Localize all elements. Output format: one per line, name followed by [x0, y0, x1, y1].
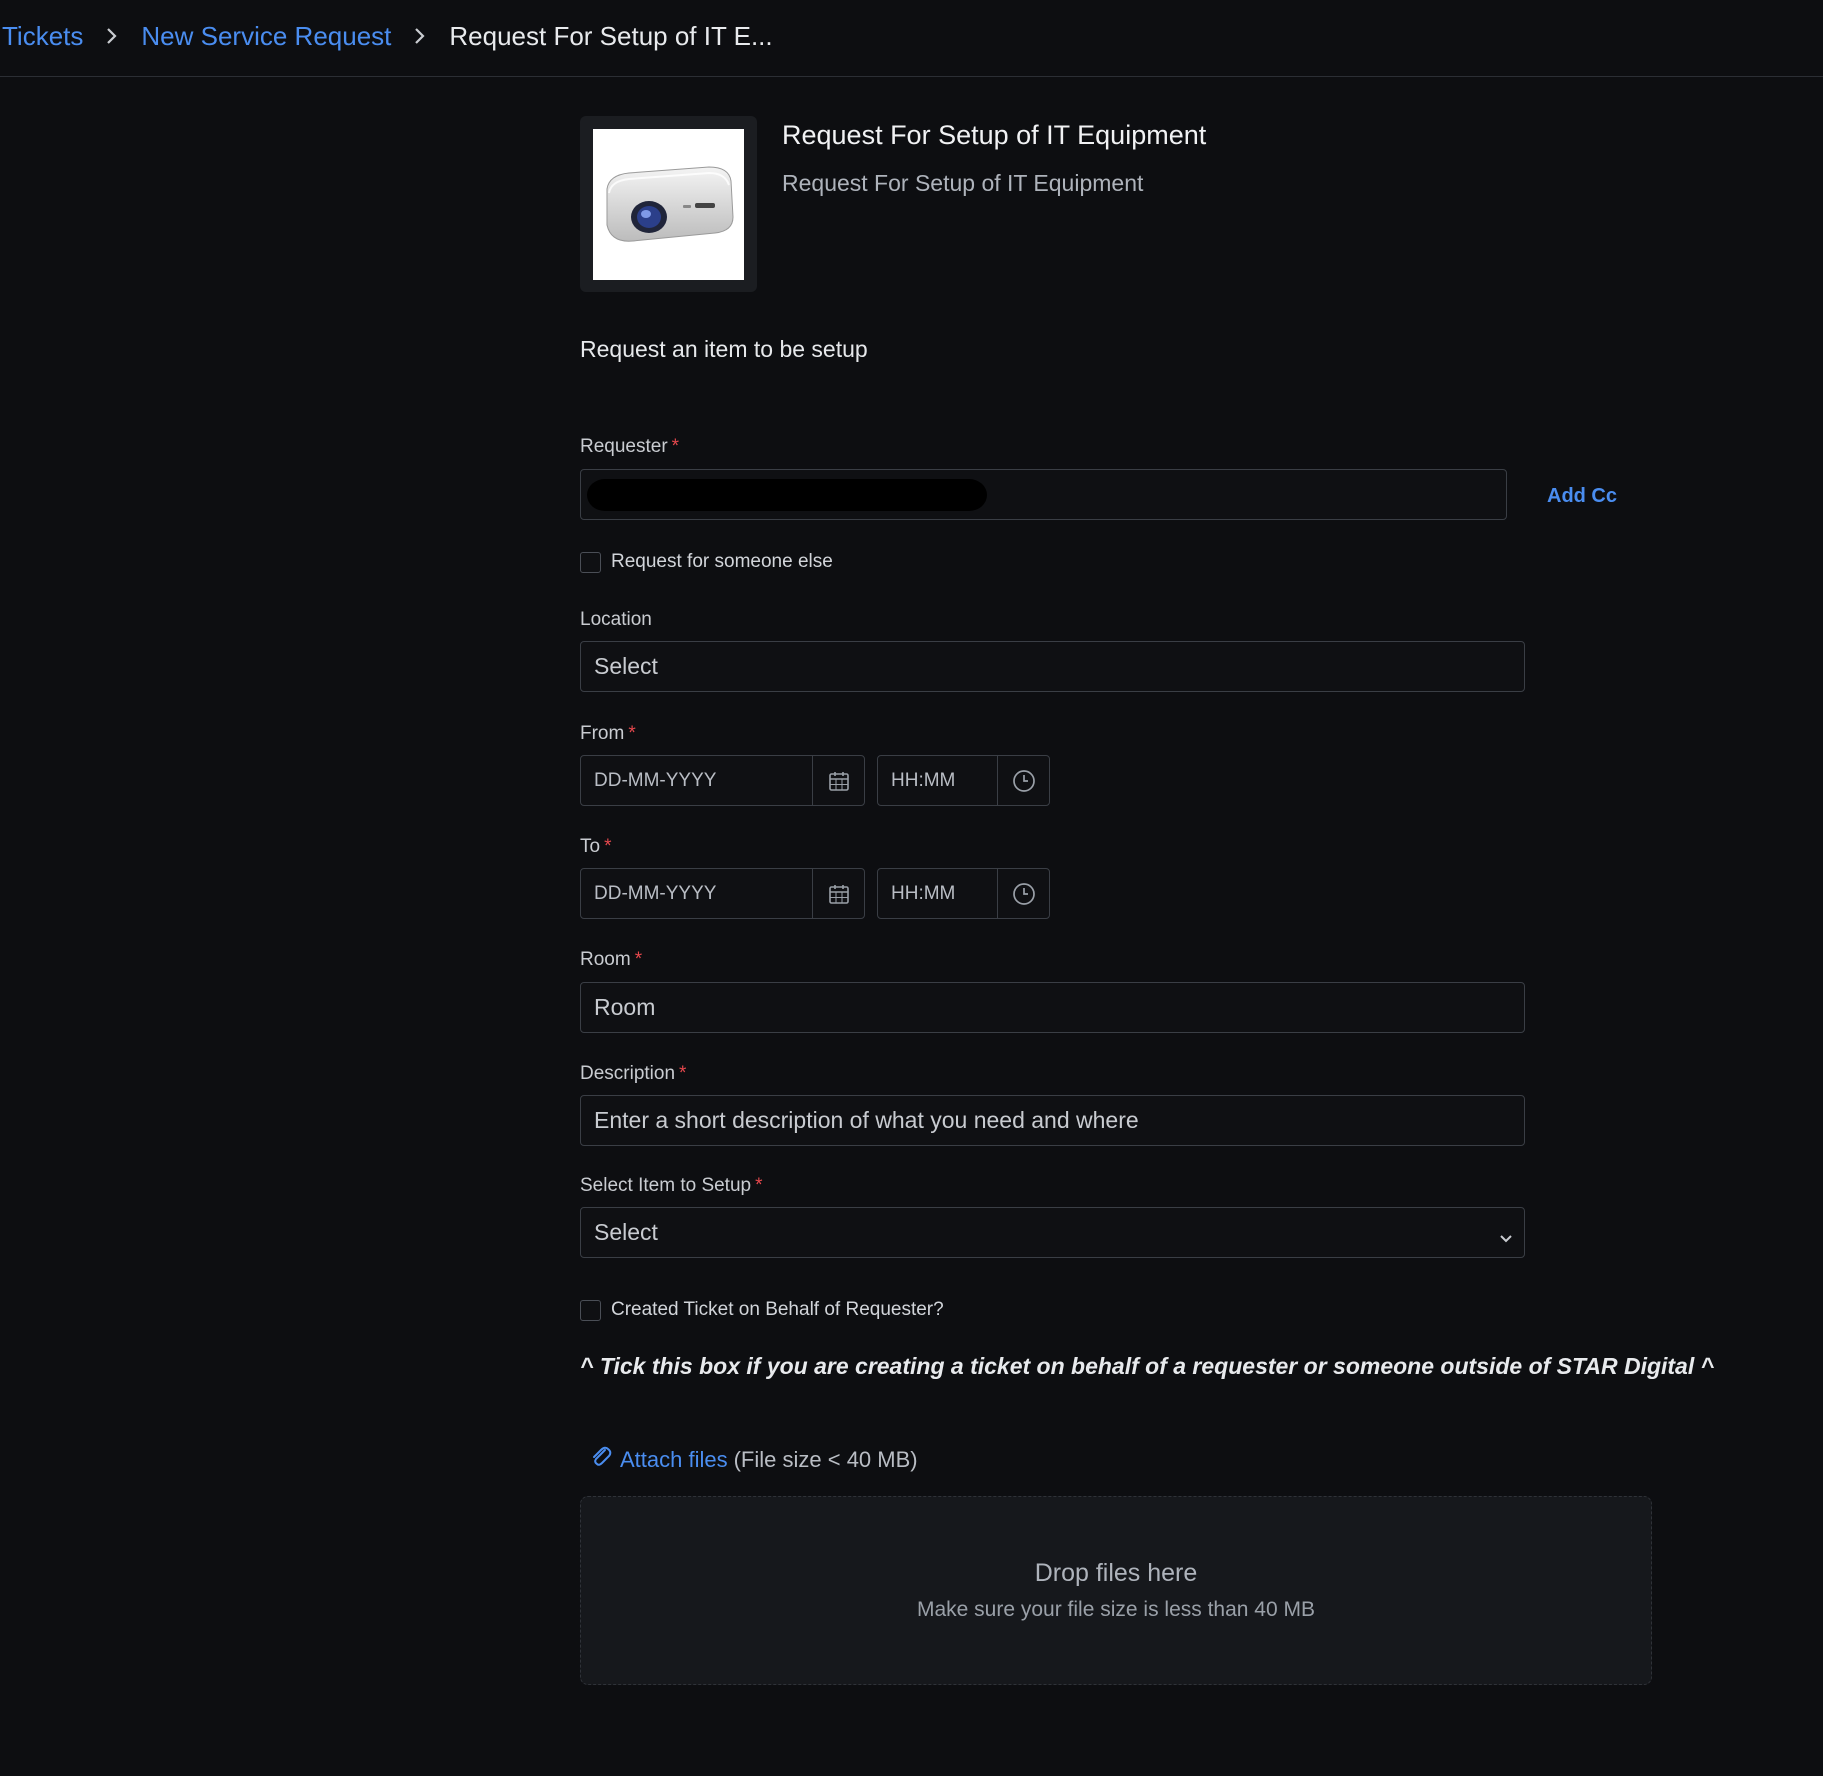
- breadcrumb: Tickets New Service Request Request For …: [0, 0, 1823, 77]
- file-size-note: (File size < 40 MB): [733, 1447, 918, 1472]
- to-label: To *: [580, 836, 611, 858]
- from-label-text: From: [580, 723, 625, 744]
- select-item-label-text: Select Item to Setup: [580, 1175, 752, 1196]
- to-date-input[interactable]: DD-MM-YYYY: [580, 868, 865, 919]
- to-date-placeholder: DD-MM-YYYY: [594, 882, 717, 904]
- required-marker: *: [679, 1063, 687, 1084]
- drop-zone-subtitle: Make sure your file size is less than 40…: [917, 1598, 1315, 1621]
- description-label: Description *: [580, 1063, 686, 1085]
- file-drop-zone[interactable]: Drop files here Make sure your file size…: [580, 1496, 1652, 1685]
- paperclip-icon[interactable]: [588, 1444, 614, 1476]
- from-time-input[interactable]: HH:MM: [877, 755, 1050, 806]
- breadcrumb-tickets[interactable]: Tickets: [2, 23, 83, 49]
- clock-icon[interactable]: [997, 756, 1049, 805]
- room-label: Room *: [580, 949, 642, 971]
- created-on-behalf-checkbox[interactable]: [580, 1299, 601, 1321]
- intro-text: Request an item to be setup: [580, 336, 868, 362]
- description-label-text: Description: [580, 1063, 676, 1084]
- location-label: Location: [580, 609, 652, 631]
- room-placeholder: Room: [594, 994, 656, 1020]
- to-time-input[interactable]: HH:MM: [877, 868, 1050, 919]
- projector-image: [593, 128, 744, 280]
- from-date-input[interactable]: DD-MM-YYYY: [580, 755, 865, 806]
- room-label-text: Room: [580, 949, 631, 970]
- from-label: From *: [580, 723, 636, 745]
- to-time-placeholder: HH:MM: [891, 882, 956, 904]
- request-for-someone-else-row[interactable]: Request for someone else: [580, 551, 833, 573]
- request-for-someone-else-label: Request for someone else: [611, 551, 833, 572]
- select-item-placeholder: Select: [594, 1219, 658, 1245]
- description-placeholder: Enter a short description of what you ne…: [594, 1107, 1139, 1133]
- room-input[interactable]: Room: [580, 982, 1525, 1033]
- created-on-behalf-row[interactable]: Created Ticket on Behalf of Requester?: [580, 1299, 944, 1321]
- description-input[interactable]: Enter a short description of what you ne…: [580, 1095, 1525, 1146]
- on-behalf-hint: ^ Tick this box if you are creating a ti…: [580, 1353, 1715, 1379]
- breadcrumb-new-service-request[interactable]: New Service Request: [141, 23, 391, 49]
- required-marker: *: [628, 723, 636, 744]
- chevron-down-icon: [1498, 1225, 1514, 1252]
- location-label-text: Location: [580, 609, 652, 630]
- from-date-placeholder: DD-MM-YYYY: [594, 769, 717, 791]
- chevron-right-icon: [83, 21, 141, 51]
- page-subtitle: Request For Setup of IT Equipment: [782, 170, 1144, 196]
- select-item-dropdown[interactable]: Select: [580, 1207, 1525, 1258]
- clock-icon[interactable]: [997, 869, 1049, 918]
- required-marker: *: [755, 1175, 763, 1196]
- required-marker: *: [671, 436, 680, 457]
- page-title: Request For Setup of IT Equipment: [782, 120, 1207, 150]
- requester-label-text: Requester: [580, 436, 668, 457]
- requester-field[interactable]: [580, 469, 1507, 520]
- calendar-icon[interactable]: [812, 869, 864, 918]
- created-on-behalf-label: Created Ticket on Behalf of Requester?: [611, 1299, 944, 1320]
- redacted-value: [587, 479, 987, 511]
- required-marker: *: [604, 836, 612, 857]
- attach-files-row: Attach files (File size < 40 MB): [588, 1444, 918, 1476]
- drop-zone-title: Drop files here: [1034, 1559, 1198, 1587]
- breadcrumb-current: Request For Setup of IT E...: [449, 21, 773, 51]
- add-cc-button[interactable]: Add Cc: [1547, 485, 1617, 508]
- catalog-item-thumbnail: [580, 116, 757, 292]
- location-placeholder: Select: [594, 653, 658, 679]
- chevron-right-icon: [391, 21, 449, 51]
- requester-label: Requester *: [580, 436, 679, 458]
- calendar-icon[interactable]: [812, 756, 864, 805]
- to-label-text: To: [580, 836, 601, 857]
- from-time-placeholder: HH:MM: [891, 769, 956, 791]
- attach-files-link[interactable]: Attach files: [620, 1447, 728, 1473]
- request-for-someone-else-checkbox[interactable]: [580, 551, 601, 573]
- location-select[interactable]: Select: [580, 641, 1525, 692]
- select-item-label: Select Item to Setup *: [580, 1175, 763, 1197]
- required-marker: *: [634, 949, 643, 970]
